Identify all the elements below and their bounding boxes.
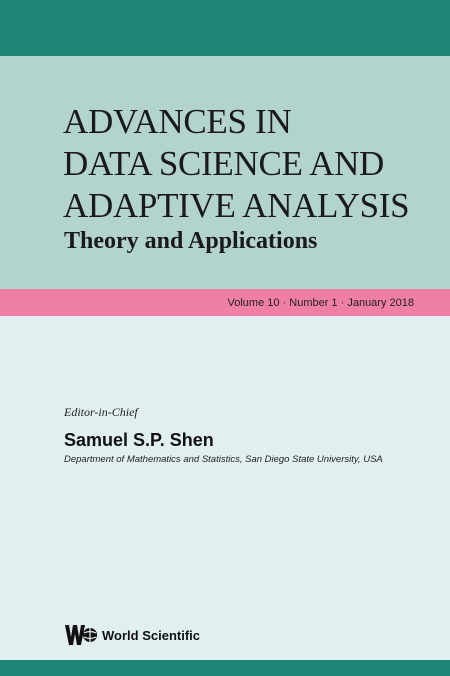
world-scientific-logo-icon (65, 625, 97, 645)
journal-cover: ADVANCES IN DATA SCIENCE AND ADAPTIVE AN… (0, 0, 450, 676)
bottom-color-band (0, 660, 450, 676)
title-line: ADAPTIVE ANALYSIS (63, 186, 410, 225)
journal-subtitle: Theory and Applications (64, 228, 318, 254)
issue-band: Volume 10 · Number 1 · January 2018 (0, 289, 450, 316)
journal-title: ADVANCES IN DATA SCIENCE AND ADAPTIVE AN… (63, 101, 410, 227)
title-line: DATA SCIENCE AND (63, 144, 385, 183)
editor-name: Samuel S.P. Shen (64, 430, 214, 450)
editor-role-label: Editor-in-Chief (64, 405, 138, 419)
publisher-name: World Scientific (102, 628, 200, 643)
top-color-band (0, 0, 450, 56)
editor-affiliation: Department of Mathematics and Statistics… (64, 454, 383, 465)
issue-info: Volume 10 · Number 1 · January 2018 (227, 297, 415, 309)
title-line: ADVANCES IN (63, 102, 292, 141)
